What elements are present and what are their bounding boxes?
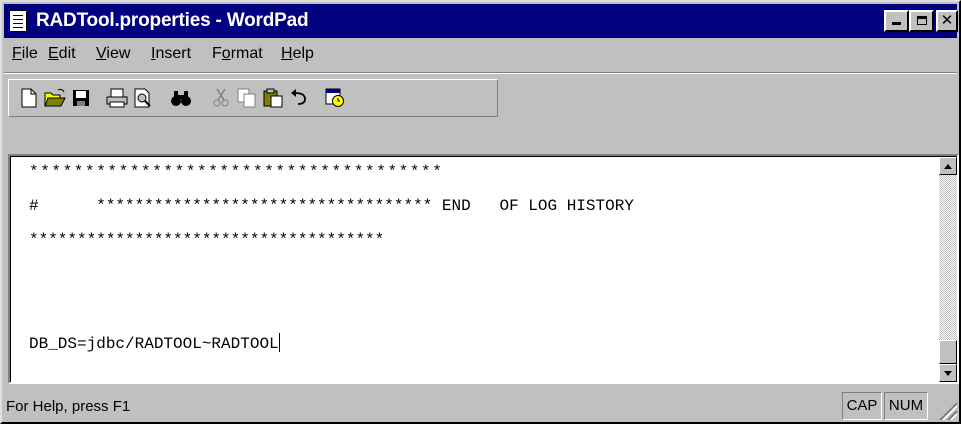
text-line: ************************************* (29, 231, 385, 249)
print-icon (106, 88, 128, 108)
window-title: RADTool.properties - WordPad (36, 10, 309, 31)
new-button[interactable] (17, 86, 41, 110)
document-text[interactable]: ************************************* # … (29, 163, 929, 378)
new-icon (21, 88, 37, 108)
open-icon (44, 88, 66, 107)
close-button[interactable]: ✕ (936, 10, 958, 32)
scroll-down-button[interactable] (939, 364, 957, 382)
print-preview-button[interactable] (131, 86, 155, 110)
cut-button[interactable] (209, 86, 233, 110)
standard-toolbar (8, 79, 498, 117)
scroll-thumb[interactable] (939, 340, 957, 364)
print-preview-icon (134, 88, 151, 108)
find-button[interactable] (169, 86, 193, 110)
text-line: DB_DS=jdbc/RADTOOL~RADTOOL (29, 335, 279, 353)
toolbar-separator (4, 72, 957, 74)
scroll-up-button[interactable] (939, 157, 957, 175)
paste-button[interactable] (261, 86, 285, 110)
menu-help[interactable]: Help (281, 45, 314, 63)
text-line: # *********************************** EN… (29, 197, 634, 215)
insert-datetime-icon (325, 88, 344, 107)
arrow-down-icon (944, 371, 952, 376)
menu-edit[interactable]: Edit (48, 45, 76, 63)
menu-view[interactable]: View (96, 45, 130, 63)
undo-button[interactable] (287, 86, 311, 110)
undo-icon (291, 89, 306, 105)
num-lock-indicator: NUM (884, 392, 928, 420)
menu-insert[interactable]: Insert (151, 45, 191, 63)
menu-file[interactable]: File (12, 45, 38, 63)
caps-lock-indicator: CAP (842, 392, 882, 420)
status-bar: For Help, press F1 CAP NUM (4, 388, 957, 422)
find-icon (171, 91, 191, 106)
save-icon (73, 90, 89, 106)
status-help-text: For Help, press F1 (6, 398, 131, 415)
maximize-icon (916, 16, 927, 25)
arrow-up-icon (944, 164, 952, 169)
paste-icon (263, 88, 283, 108)
menu-bar: File Edit View Insert Format Help (4, 40, 957, 70)
wordpad-app-icon[interactable] (9, 10, 27, 32)
resize-grip[interactable] (937, 400, 957, 420)
document-area[interactable]: ************************************* # … (8, 154, 959, 384)
save-button[interactable] (69, 86, 93, 110)
text-caret (278, 333, 280, 352)
wordpad-window: RADTool.properties - WordPad ✕ File Edit… (0, 0, 961, 424)
menu-format[interactable]: Format (212, 45, 263, 63)
document-frame: ************************************* # … (10, 156, 957, 382)
close-icon: ✕ (940, 11, 954, 29)
cut-icon (213, 88, 229, 107)
copy-icon (237, 88, 256, 108)
minimize-button[interactable] (884, 10, 909, 32)
title-bar[interactable]: RADTool.properties - WordPad ✕ (4, 4, 958, 38)
open-button[interactable] (43, 86, 67, 110)
text-line-last: DB_DS=jdbc/RADTOOL~RADTOOL (29, 333, 280, 353)
insert-datetime-button[interactable] (323, 86, 347, 110)
minimize-icon (892, 22, 901, 25)
print-button[interactable] (105, 86, 129, 110)
maximize-button[interactable] (909, 10, 934, 32)
vertical-scrollbar[interactable] (939, 157, 957, 382)
text-line: ************************************* (29, 163, 444, 181)
copy-button[interactable] (235, 86, 259, 110)
